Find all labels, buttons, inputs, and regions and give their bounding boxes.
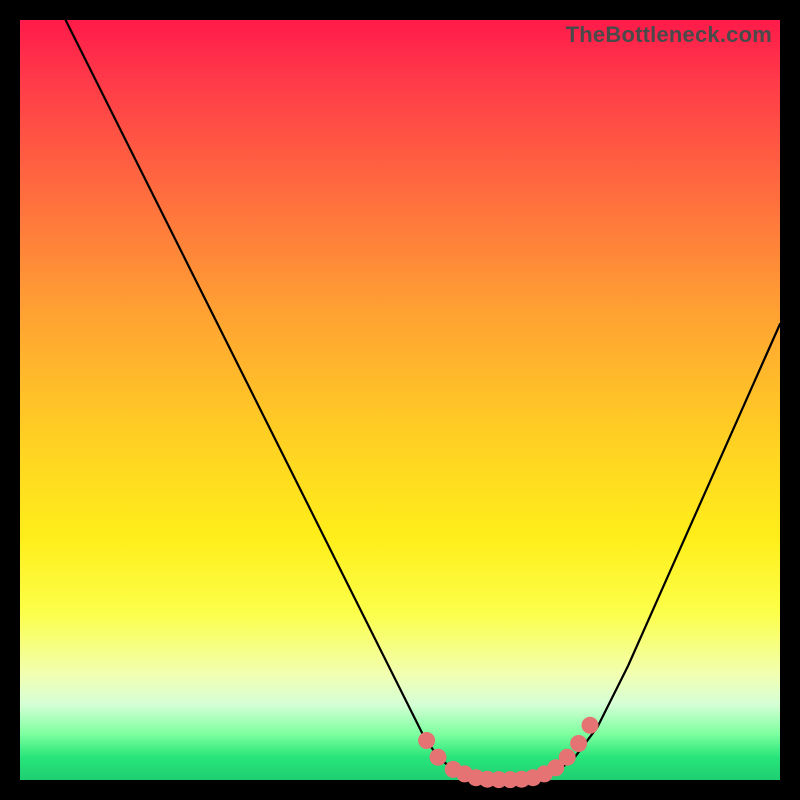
marker-point xyxy=(430,749,447,766)
chart-frame: TheBottleneck.com xyxy=(20,20,780,780)
curve-layer xyxy=(20,20,780,780)
marker-point xyxy=(559,749,576,766)
watermark-text: TheBottleneck.com xyxy=(566,22,772,48)
marker-point xyxy=(418,732,435,749)
marker-point xyxy=(582,717,599,734)
bottleneck-curve xyxy=(66,20,780,780)
marker-point xyxy=(570,735,587,752)
highlighted-markers xyxy=(418,717,598,788)
